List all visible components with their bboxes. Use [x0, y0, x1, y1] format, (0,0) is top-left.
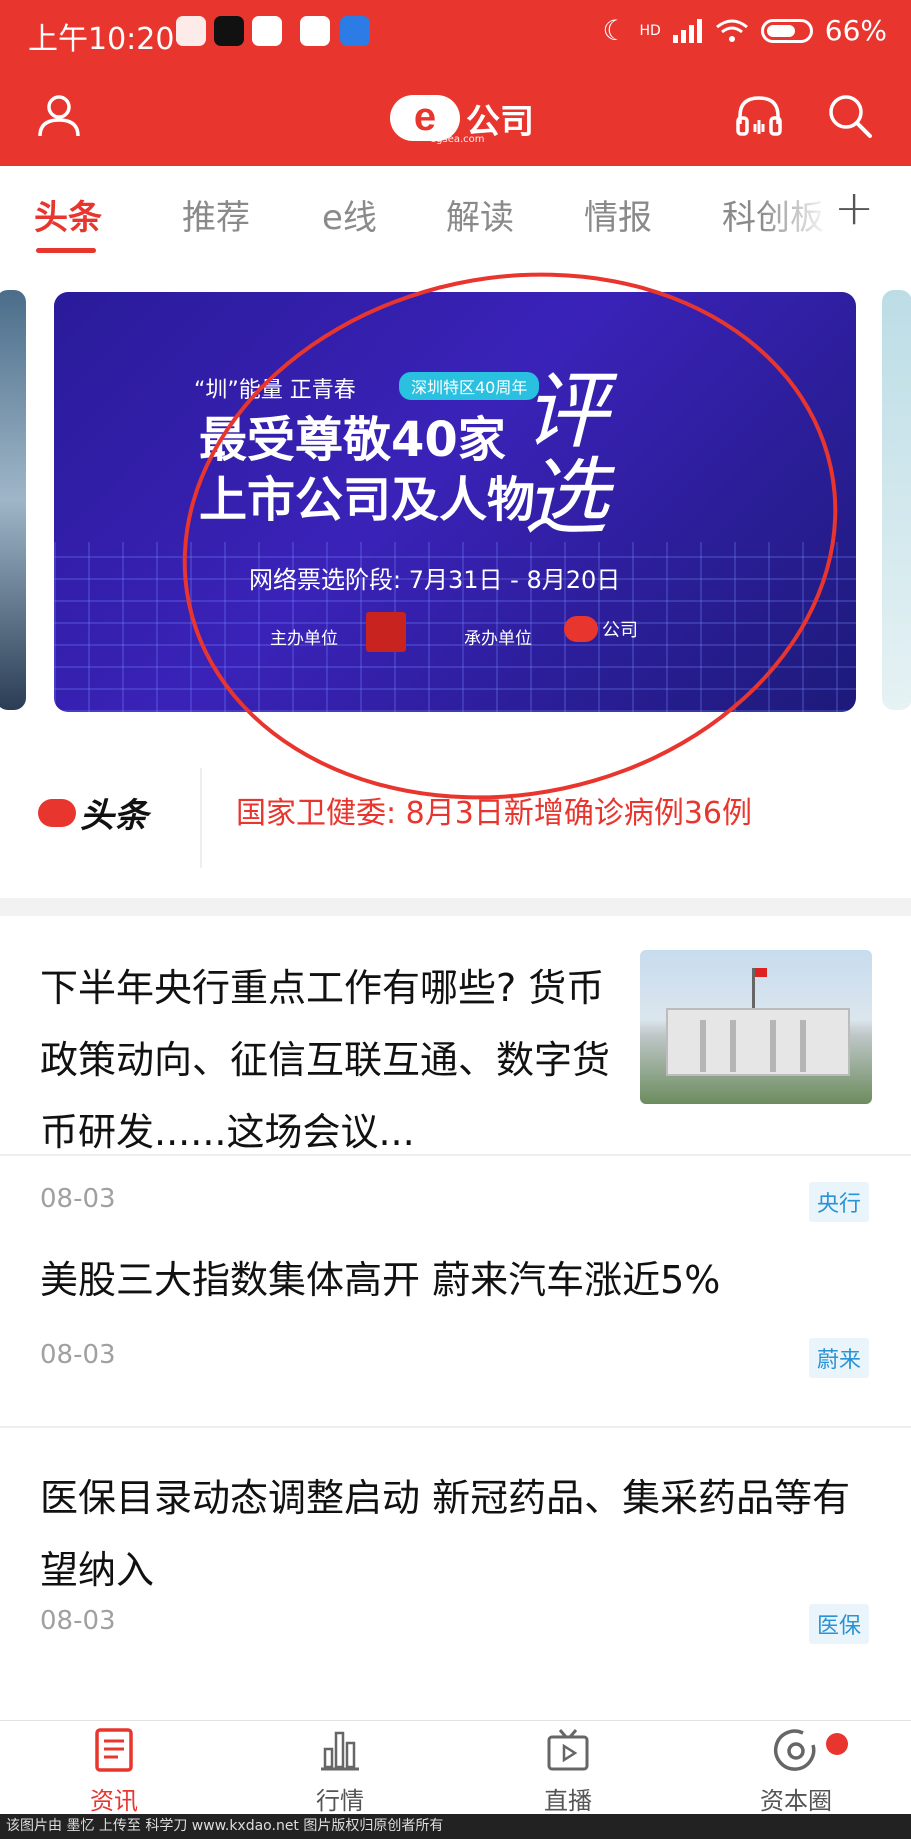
building-shape [666, 1008, 850, 1076]
chart-icon [321, 1731, 359, 1771]
headphones-icon[interactable] [734, 92, 784, 140]
bottom-nav: 资讯 行情 直播 资本圈 [0, 1720, 911, 1815]
tab-headline[interactable]: 头条 [34, 190, 102, 239]
battery-icon [760, 18, 813, 43]
nav-market[interactable]: 行情 [280, 1727, 400, 1816]
news-title[interactable]: 下半年央行重点工作有哪些? 货币政策动向、征信互联互通、数字货币研发......… [40, 952, 610, 1168]
news-item[interactable]: 医保目录动态调整启动 新冠药品、集采药品等有望纳入 08-03 医保 [0, 1428, 911, 1720]
tab-intel[interactable]: 情报 [584, 190, 652, 239]
tv-icon [547, 1729, 589, 1771]
news-item[interactable]: 美股三大指数集体高开 蔚来汽车涨近5% 08-03 蔚来 [0, 1236, 911, 1428]
tabs-fade [760, 166, 830, 258]
channel-tabs: 头条 推荐 e线 解读 情报 科创板 + [0, 166, 911, 258]
signal-icon [672, 18, 702, 43]
e-headline-logo-text: 头条 [80, 796, 148, 836]
user-icon[interactable] [36, 92, 82, 138]
column-shape [770, 1020, 776, 1072]
watermark: 该图片由 墨忆 上传至 科学刀 www.kxdao.net 图片版权归原创者所有 [0, 1814, 911, 1839]
news-title[interactable]: 美股三大指数集体高开 蔚来汽车涨近5% [40, 1244, 880, 1316]
e-headline-logo: 头条 [38, 788, 148, 837]
circle-icon [773, 1729, 816, 1771]
tab-recommend[interactable]: 推荐 [182, 190, 250, 239]
column-shape [800, 1020, 806, 1072]
news-list: 下半年央行重点工作有哪些? 货币政策动向、征信互联互通、数字货币研发......… [0, 916, 911, 1720]
battery-level: 66% [824, 14, 887, 47]
tab-indicator [36, 248, 96, 253]
nav-live-label: 直播 [544, 1787, 592, 1815]
news-tag[interactable]: 蔚来 [808, 1338, 869, 1378]
play-store-icon [300, 16, 330, 46]
notification-icon [176, 16, 206, 46]
status-right: ☾ HD 66% [602, 14, 887, 47]
app-bar: e 公司 egsea.com [0, 68, 911, 166]
news-thumbnail[interactable] [640, 950, 872, 1104]
app-icon-2 [340, 16, 370, 46]
app-icon [252, 16, 282, 46]
status-time: 上午10:20 [28, 22, 175, 57]
news-icon [95, 1728, 133, 1772]
nav-live[interactable]: 直播 [508, 1727, 628, 1816]
news-date: 08-03 [40, 1184, 116, 1214]
add-channel-icon[interactable]: + [834, 180, 874, 236]
tiktok-icon [214, 16, 244, 46]
news-item[interactable]: 下半年央行重点工作有哪些? 货币政策动向、征信互联互通、数字货币研发......… [0, 916, 911, 1222]
wifi-icon [715, 19, 748, 42]
search-icon[interactable] [826, 92, 874, 140]
news-date: 08-03 [40, 1340, 116, 1370]
column-shape [730, 1020, 736, 1072]
nav-capital-circle-label: 资本圈 [760, 1787, 832, 1815]
logo-subtext: egsea.com [430, 134, 485, 145]
tab-interpret[interactable]: 解读 [446, 190, 514, 239]
flag-shape [752, 968, 767, 1008]
banner-section: “圳”能量 正青春 深圳特区40周年 最受尊敬40家 上市公司及人物 评选 网络… [0, 213, 911, 898]
status-bar: 上午10:20 ☾ HD 66% [0, 0, 911, 68]
news-date: 08-03 [40, 1606, 116, 1636]
divider [200, 768, 202, 868]
column-shape [700, 1020, 706, 1072]
news-tag[interactable]: 央行 [808, 1182, 869, 1222]
nav-news-label: 资讯 [90, 1787, 138, 1815]
nav-news[interactable]: 资讯 [54, 1727, 174, 1816]
notification-dot [826, 1733, 848, 1755]
news-title[interactable]: 医保目录动态调整启动 新冠药品、集采药品等有望纳入 [40, 1462, 880, 1606]
carousel-prev-peek[interactable] [0, 290, 26, 710]
e-logo-mark [38, 798, 76, 827]
news-tag[interactable]: 医保 [808, 1604, 869, 1644]
carousel-next-peek[interactable] [882, 290, 911, 710]
nav-market-label: 行情 [316, 1787, 364, 1815]
tab-e-line[interactable]: e线 [322, 190, 377, 239]
moon-icon: ☾ [602, 14, 628, 47]
network-label: HD [639, 22, 661, 39]
